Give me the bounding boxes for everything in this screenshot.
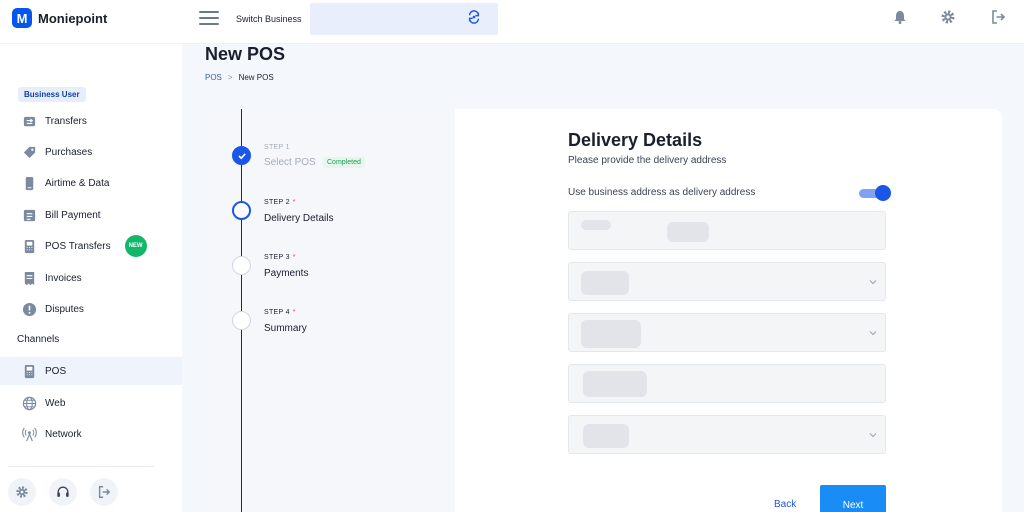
support-button[interactable] — [49, 478, 77, 506]
step-3-name: Payments — [264, 268, 309, 279]
settings-button[interactable] — [8, 478, 36, 506]
support-icon — [57, 486, 69, 497]
chevron-right-icon: > — [227, 73, 233, 82]
phone-icon — [22, 176, 37, 191]
sidebar-item-invoices[interactable]: Invoices — [0, 264, 182, 292]
step-4-name: Summary — [264, 323, 307, 334]
sidebar-item-airtime-data[interactable]: Airtime & Data — [0, 169, 182, 197]
logout-icon — [98, 486, 111, 498]
role-badge: Business User — [18, 87, 86, 102]
city-select[interactable] — [568, 313, 886, 352]
sidebar-item-label: POS — [45, 365, 67, 377]
switch-icon[interactable] — [467, 10, 481, 24]
logo[interactable]: M Moniepoint — [12, 8, 107, 28]
bill-icon — [22, 208, 37, 223]
business-address-toggle[interactable] — [859, 185, 891, 201]
step-2-number: STEP 2 * — [264, 199, 296, 206]
gear-icon[interactable] — [940, 9, 956, 25]
settings-icon — [16, 486, 28, 498]
sidebar-item-bill-payment[interactable]: Bill Payment — [0, 201, 182, 229]
sidebar-item-network[interactable]: Network — [0, 420, 182, 448]
sidebar-item-label: Bill Payment — [45, 209, 101, 221]
sidebar-item-pos[interactable]: POS — [0, 357, 182, 385]
form-title: Delivery Details — [568, 130, 703, 150]
wizard-card: STEP 1 Select POS Completed STEP 2 * Deli… — [205, 109, 1002, 512]
breadcrumb-current: New POS — [238, 73, 274, 82]
step-4-number: STEP 4 * — [264, 309, 296, 316]
sidebar-item-label: Transfers — [45, 115, 87, 127]
logo-mark: M — [12, 8, 32, 28]
sidebar-item-label: POS Transfers — [45, 240, 111, 252]
back-button[interactable]: Back — [774, 499, 796, 510]
completed-badge: Completed — [323, 157, 365, 168]
sidebar-item-label: Network — [45, 428, 82, 440]
page-title: New POS — [205, 44, 286, 64]
logout-button[interactable] — [90, 478, 118, 506]
breadcrumb-pos-link[interactable]: POS — [205, 73, 222, 82]
next-button[interactable]: Next — [820, 485, 886, 512]
landmark-field[interactable] — [568, 364, 886, 403]
sidebar-item-disputes[interactable]: Disputes — [0, 295, 182, 323]
step-1-number: STEP 1 — [264, 144, 290, 151]
sidebar-item-label: Airtime & Data — [45, 177, 110, 189]
form-subtitle: Please provide the delivery address — [568, 155, 727, 166]
sidebar: Business User Transfers Purchases Airtim… — [0, 44, 182, 512]
chevron-down-icon — [869, 331, 877, 336]
lga-select[interactable] — [568, 415, 886, 454]
sidebar-divider — [8, 466, 154, 467]
sidebar-item-web[interactable]: Web — [0, 389, 182, 417]
breadcrumb: POS > New POS — [205, 73, 274, 82]
logo-text: Moniepoint — [38, 10, 108, 26]
pos-icon — [22, 239, 37, 254]
sidebar-item-label: Web — [45, 397, 66, 409]
pos-icon — [22, 364, 37, 379]
invoice-icon — [22, 271, 37, 286]
tag-icon — [22, 145, 37, 160]
address-field[interactable] — [568, 211, 886, 250]
logout-icon[interactable] — [990, 9, 1006, 25]
globe-icon — [22, 396, 37, 411]
sidebar-item-purchases[interactable]: Purchases — [0, 138, 182, 166]
sidebar-item-label: Invoices — [45, 272, 82, 284]
channels-heading: Channels — [17, 334, 60, 345]
new-badge: NEW — [124, 235, 147, 257]
menu-icon[interactable] — [199, 11, 219, 25]
step-2-name: Delivery Details — [264, 213, 334, 224]
step-1-check-icon — [232, 146, 251, 165]
switch-business-label: Switch Business — [236, 14, 302, 24]
bell-icon[interactable] — [892, 9, 908, 25]
sidebar-item-label: Purchases — [45, 146, 93, 158]
sidebar-item-label: Disputes — [45, 303, 84, 315]
step-3-indicator — [232, 256, 251, 275]
top-bar: M Moniepoint Switch Business — [0, 0, 1024, 44]
step-2-indicator — [232, 201, 251, 220]
toggle-label: Use business address as delivery address — [568, 187, 756, 198]
alert-icon — [22, 302, 37, 317]
chevron-down-icon — [869, 433, 877, 438]
step-3-number: STEP 3 * — [264, 254, 296, 261]
steps-panel: STEP 1 Select POS Completed STEP 2 * Deli… — [205, 109, 455, 512]
step-1-name: Select POS — [264, 157, 316, 168]
sidebar-item-pos-transfers[interactable]: POS Transfers NEW — [0, 232, 182, 260]
sidebar-item-transfers[interactable]: Transfers — [0, 107, 182, 135]
chevron-down-icon — [869, 280, 877, 285]
state-select[interactable] — [568, 262, 886, 301]
step-4-indicator — [232, 311, 251, 330]
signal-icon — [22, 427, 37, 442]
transfer-icon — [22, 114, 37, 129]
